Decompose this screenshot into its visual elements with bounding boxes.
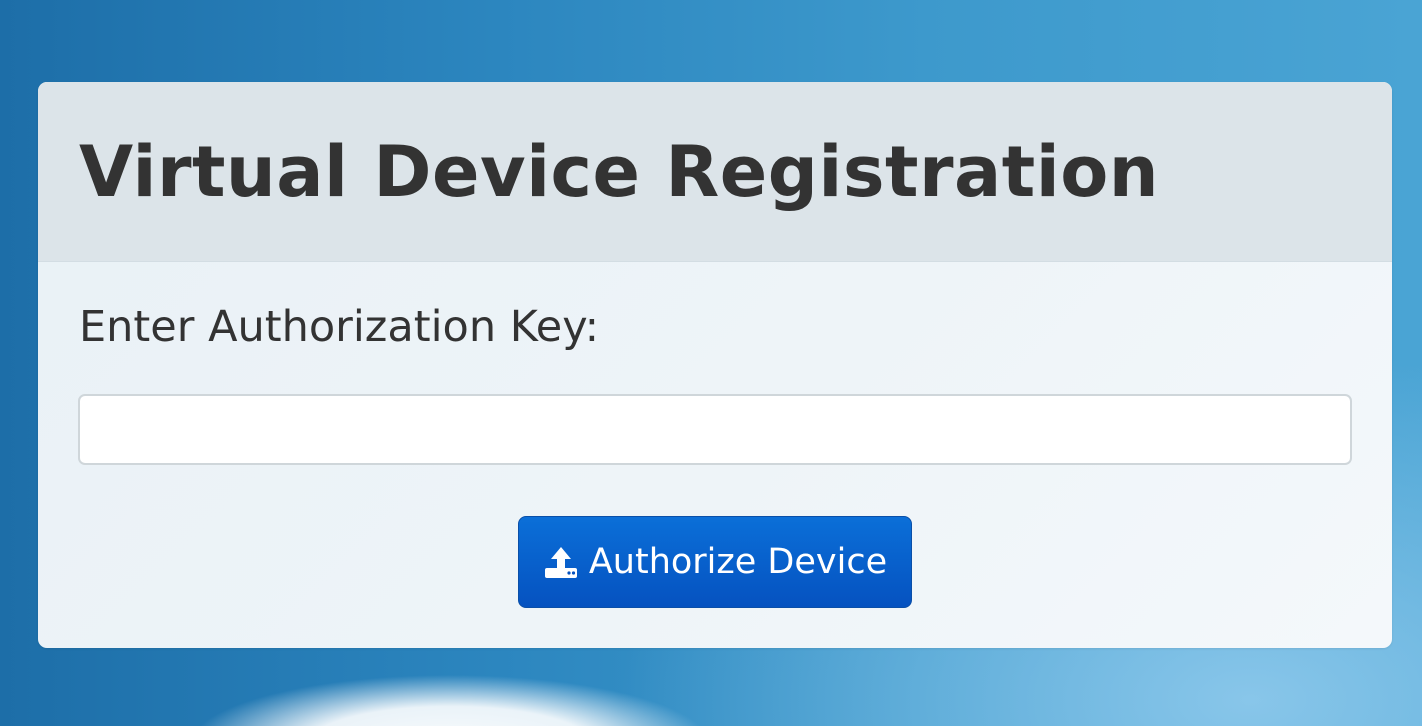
page-title: Virtual Device Registration: [79, 130, 1160, 213]
upload-icon: [543, 544, 579, 580]
authorization-key-label: Enter Authorization Key:: [79, 302, 600, 352]
authorize-device-button[interactable]: Authorize Device: [518, 516, 912, 608]
authorization-key-input[interactable]: [78, 394, 1352, 465]
panel-heading: Virtual Device Registration: [38, 82, 1392, 262]
panel-body: Enter Authorization Key: Authorize Devic…: [38, 262, 1392, 648]
authorize-device-label: Authorize Device: [588, 542, 888, 582]
registration-panel: Virtual Device Registration Enter Author…: [38, 82, 1392, 648]
